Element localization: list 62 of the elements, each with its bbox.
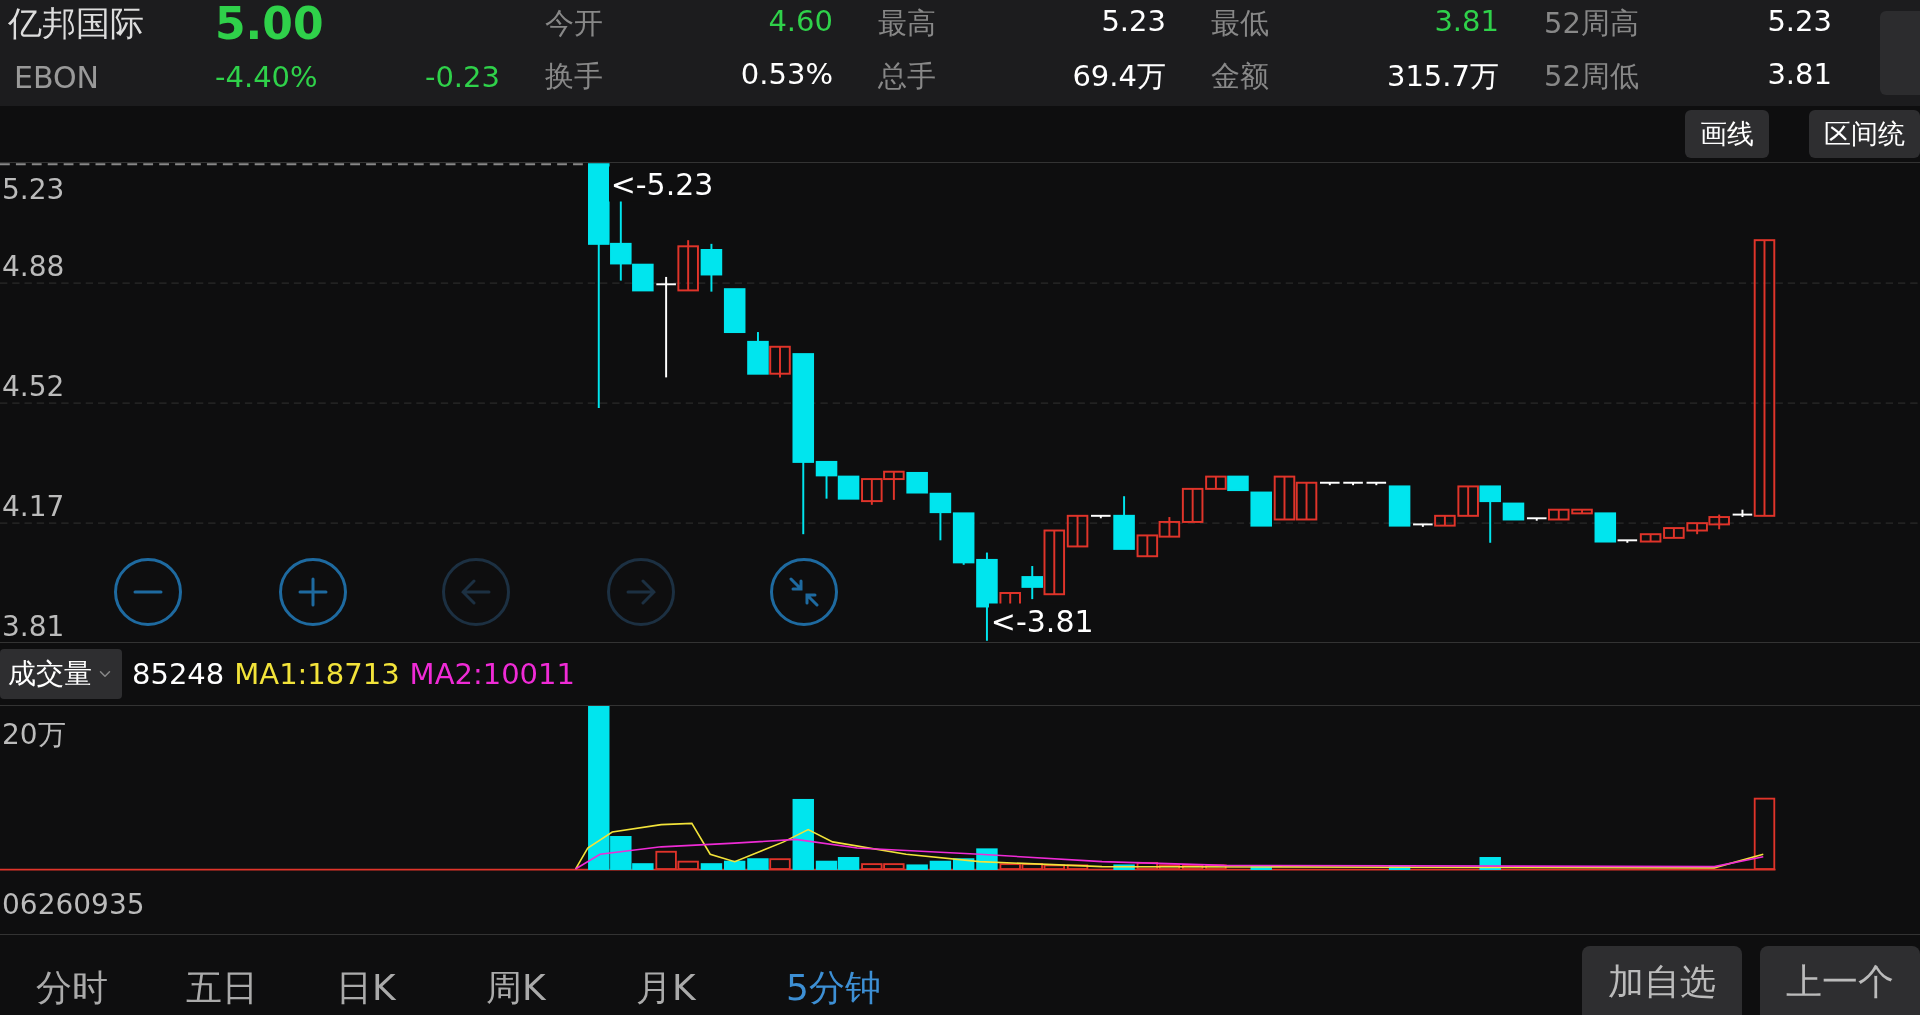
- volume-axis-label: 20万: [2, 717, 66, 753]
- quote-value: 5.23: [1101, 4, 1166, 40]
- quote-label: 最高: [878, 5, 936, 42]
- candlestick: [861, 478, 883, 506]
- indicator-dropdown[interactable]: 成交量: [0, 649, 122, 699]
- quote-label: 金额: [1211, 58, 1269, 95]
- stock-code: EBON: [13, 59, 101, 95]
- quote-label: 换手: [545, 58, 603, 95]
- quote-label: 最低: [1211, 5, 1269, 42]
- volume-bar: [1250, 865, 1272, 870]
- candlestick: [700, 242, 723, 293]
- period-tab[interactable]: 月K: [636, 964, 786, 1013]
- period-tab[interactable]: 日K: [336, 964, 486, 1013]
- period-tab[interactable]: 五日: [186, 964, 336, 1013]
- price-axis-label: 4.17: [2, 489, 65, 523]
- volume-bar: [724, 860, 746, 870]
- action-button[interactable]: 上一个: [1760, 946, 1920, 1015]
- price-axis-label: 4.52: [2, 369, 65, 403]
- quote-value: 4.60: [768, 4, 833, 40]
- quote-value: 3.81: [1434, 4, 1499, 40]
- quote-value: 69.4万: [1072, 58, 1166, 95]
- quote-value: 315.7万: [1386, 58, 1499, 95]
- volume-bar: [1388, 865, 1411, 870]
- period-tab[interactable]: 5分钟: [786, 964, 936, 1013]
- change-amount: -0.23: [424, 60, 500, 94]
- quote-value: 5.23: [1767, 4, 1832, 40]
- stock-price: 5.00: [215, 0, 325, 48]
- time-label: 06260935: [1, 887, 145, 921]
- quote-label: 今开: [545, 5, 603, 42]
- quote-label: 总手: [878, 58, 936, 95]
- zoom-out-button[interactable]: [113, 557, 182, 626]
- ma2-value: MA2:10011: [409, 657, 575, 691]
- arrow-right-icon: [626, 578, 657, 605]
- candlestick: [1686, 522, 1708, 536]
- ma1-value: MA1:18713: [234, 657, 400, 691]
- candlestick: [883, 470, 905, 501]
- candlestick: [1663, 527, 1685, 539]
- price-axis-label: 4.88: [2, 249, 65, 283]
- period-tab[interactable]: 周K: [486, 964, 636, 1013]
- action-button[interactable]: 加自选: [1582, 946, 1742, 1015]
- quote-label: 52周高: [1544, 5, 1639, 42]
- candlestick: [1273, 475, 1296, 521]
- period-tab[interactable]: 分时: [36, 964, 186, 1013]
- tool-button[interactable]: 画线: [1685, 110, 1769, 158]
- candlestick: [723, 288, 746, 334]
- change-percent: -4.40%: [215, 60, 318, 94]
- minus-icon: [132, 589, 163, 594]
- plus-icon: [297, 576, 328, 607]
- inward-arrows-icon: [789, 576, 820, 607]
- zoom-in-button[interactable]: [278, 557, 347, 626]
- volume-bar: [747, 858, 769, 870]
- quote-label: 52周低: [1544, 58, 1639, 95]
- price-axis-label: 3.81: [2, 609, 65, 643]
- candlestick: [747, 331, 769, 375]
- arrow-left-icon: [461, 578, 492, 605]
- quote-value: 3.81: [1767, 57, 1832, 93]
- shrink-button[interactable]: [770, 557, 839, 626]
- volume-value: 85248: [132, 657, 225, 691]
- tool-button[interactable]: 区间统: [1809, 110, 1920, 158]
- quote-value: 0.53%: [740, 57, 833, 93]
- price-axis-label: 5.23: [2, 172, 65, 206]
- stock-name: 亿邦国际: [7, 2, 145, 45]
